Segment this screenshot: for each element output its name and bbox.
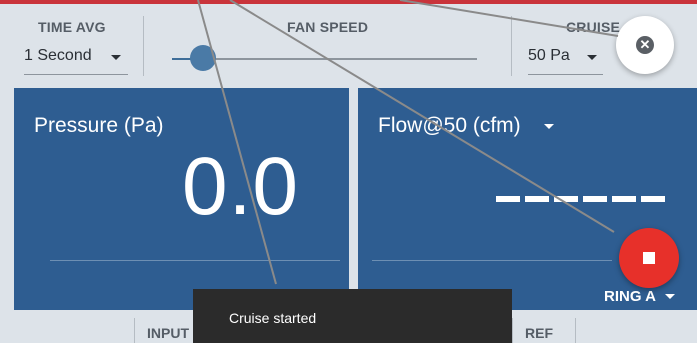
time-avg-chevron-down-icon: [111, 55, 121, 60]
tab-input[interactable]: INPUT: [134, 318, 194, 343]
stop-button[interactable]: [619, 228, 679, 288]
dash: [583, 196, 607, 202]
time-avg-value: 1 Second: [24, 47, 92, 64]
pressure-title: Pressure (Pa): [34, 114, 164, 137]
fan-speed-slider[interactable]: [172, 58, 477, 60]
pressure-panel: Pressure (Pa) 0.0: [14, 88, 349, 310]
dash: [641, 196, 665, 202]
ring-value: RING A: [604, 288, 656, 305]
flow-chevron-down-icon: [544, 124, 554, 129]
flow-divider: [372, 260, 612, 261]
fan-speed-slider-thumb[interactable]: [189, 45, 216, 71]
divider: [511, 16, 512, 76]
pressure-divider: [50, 260, 340, 261]
controls-bar: TIME AVG 1 Second FAN SPEED CRUISE 50 Pa: [0, 4, 697, 84]
time-avg-label: TIME AVG: [38, 19, 106, 35]
dash: [612, 196, 636, 202]
cruise-underline: [528, 74, 603, 75]
dash: [525, 196, 549, 202]
cruise-label: CRUISE: [566, 19, 621, 35]
toast-snackbar: Cruise started: [193, 289, 512, 343]
close-button[interactable]: ✕: [616, 16, 674, 74]
toast-message: Cruise started: [229, 310, 317, 326]
cruise-chevron-down-icon: [587, 55, 597, 60]
close-circle-icon: ✕: [636, 36, 654, 54]
tab-ref[interactable]: REF: [512, 318, 576, 343]
ring-chevron-down-icon: [665, 294, 675, 299]
stop-icon: [643, 252, 655, 264]
cruise-value: 50 Pa: [528, 47, 570, 64]
pressure-value: 0.0: [182, 141, 299, 232]
dash: [496, 196, 520, 202]
fan-speed-label: FAN SPEED: [287, 19, 369, 35]
dash: [554, 196, 578, 202]
time-avg-underline: [24, 74, 128, 75]
flow-title: Flow@50 (cfm): [378, 114, 521, 137]
divider: [143, 16, 144, 76]
flow-value: [496, 196, 665, 202]
